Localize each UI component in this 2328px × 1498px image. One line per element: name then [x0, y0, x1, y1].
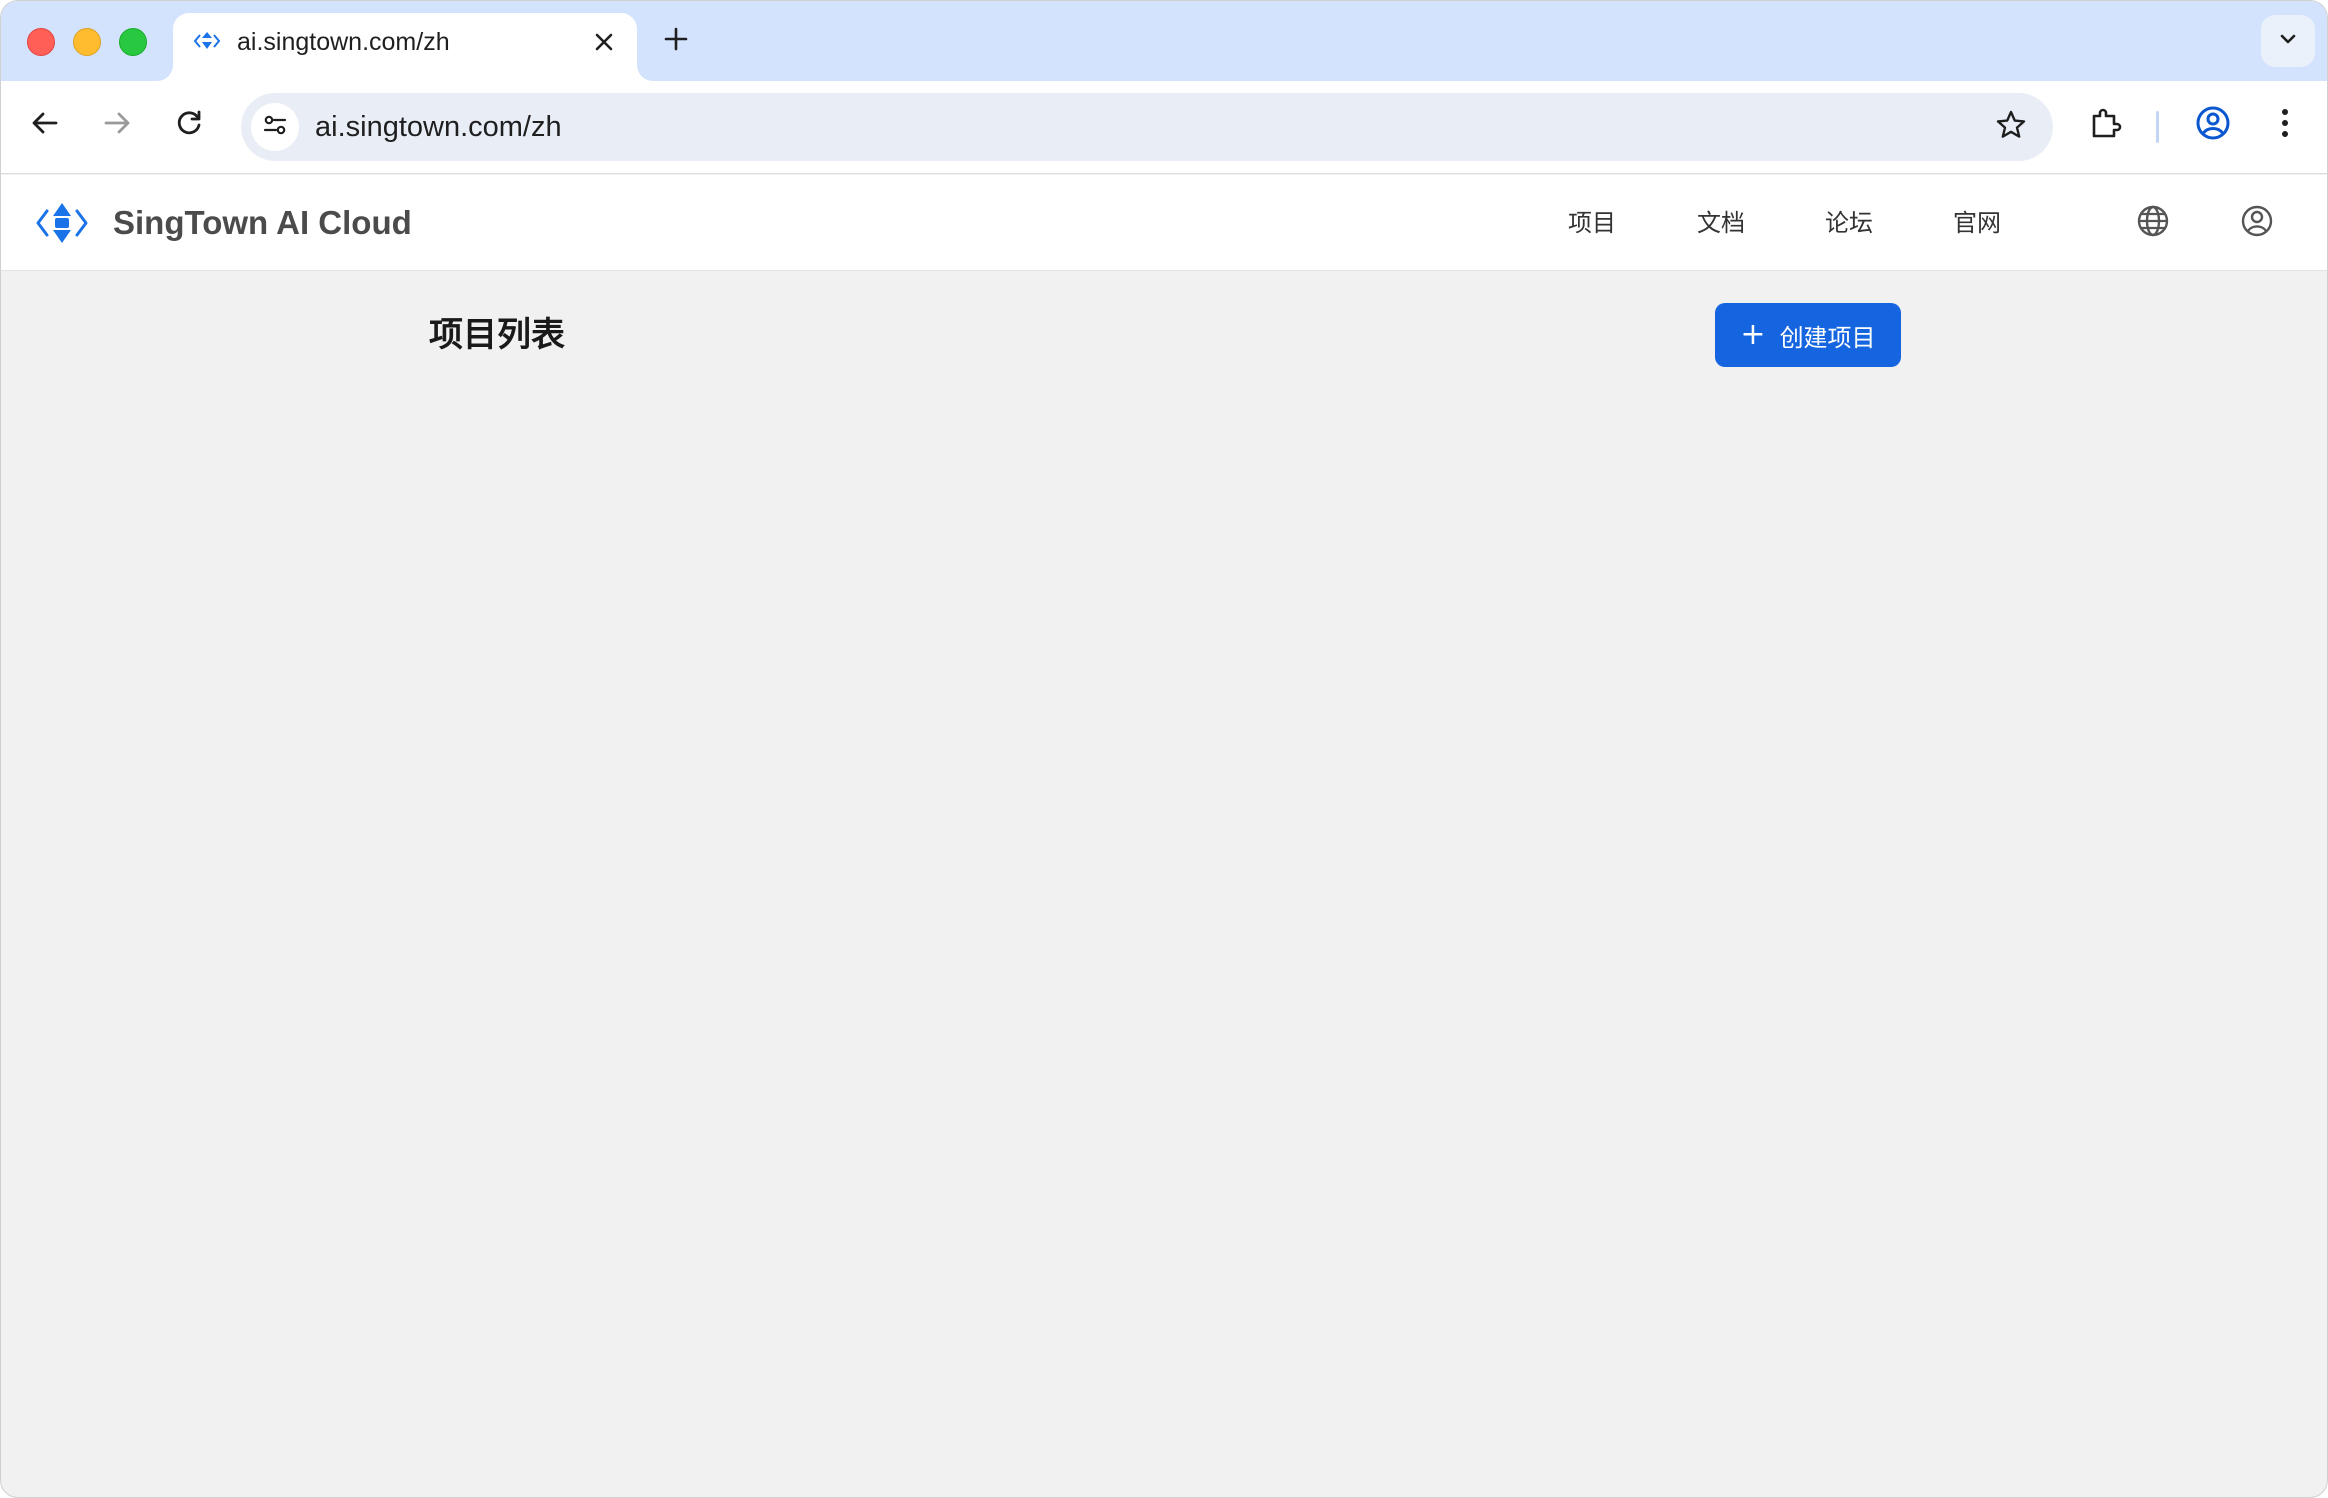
new-tab-button[interactable] [661, 23, 691, 59]
url-text: ai.singtown.com/zh [315, 111, 562, 143]
create-project-label: 创建项目 [1779, 323, 1876, 352]
tab-search-button[interactable] [2261, 15, 2315, 67]
plus-icon: + [1740, 317, 1766, 352]
browser-tab[interactable]: ai.singtown.com/zh [173, 13, 637, 81]
address-bar[interactable]: ai.singtown.com/zh [241, 93, 2053, 161]
minimize-window-button[interactable] [73, 28, 101, 56]
bookmark-button[interactable] [1991, 107, 2031, 147]
close-icon[interactable] [589, 27, 619, 57]
site-header: SingTown AI Cloud 项目 文档 论坛 官网 [1, 175, 2327, 271]
chevron-down-icon [2277, 28, 2299, 55]
menu-button[interactable] [2263, 103, 2307, 147]
profile-icon [2195, 105, 2231, 146]
browser-window: ai.singtown.com/zh ai.singtown.com/zh Si… [0, 0, 2328, 1498]
brand-name[interactable]: SingTown AI Cloud [113, 203, 412, 243]
account-icon [2240, 204, 2274, 243]
extensions-icon [2088, 106, 2122, 145]
globe-icon [2136, 204, 2170, 243]
create-project-button[interactable]: + 创建项目 [1715, 303, 1901, 367]
back-icon [30, 108, 60, 143]
tune-icon [261, 111, 289, 144]
nav-forum[interactable]: 论坛 [1825, 207, 1873, 239]
singtown-favicon-icon [193, 27, 221, 55]
close-window-button[interactable] [27, 28, 55, 56]
star-icon [1995, 109, 2027, 146]
reload-icon [174, 108, 204, 143]
extensions-button[interactable] [2083, 103, 2127, 147]
forward-button[interactable] [95, 103, 139, 147]
browser-toolbar: ai.singtown.com/zh [1, 81, 2327, 174]
site-info-button[interactable] [251, 103, 299, 151]
tab-strip: ai.singtown.com/zh [1, 1, 2327, 81]
forward-icon [102, 108, 132, 143]
language-button[interactable] [2131, 201, 2175, 245]
maximize-window-button[interactable] [119, 28, 147, 56]
toolbar-divider [2156, 111, 2159, 143]
singtown-logo-icon[interactable] [35, 199, 89, 247]
profile-button[interactable] [2191, 103, 2235, 147]
plus-icon [663, 26, 689, 57]
nav-docs[interactable]: 文档 [1697, 207, 1745, 239]
reload-button[interactable] [167, 103, 211, 147]
nav-website[interactable]: 官网 [1953, 207, 2001, 239]
page-title: 项目列表 [429, 315, 565, 355]
back-button[interactable] [23, 103, 67, 147]
tab-title: ai.singtown.com/zh [237, 28, 450, 56]
account-button[interactable] [2235, 201, 2279, 245]
nav-projects[interactable]: 项目 [1568, 207, 1616, 239]
more-icon [2280, 107, 2290, 144]
